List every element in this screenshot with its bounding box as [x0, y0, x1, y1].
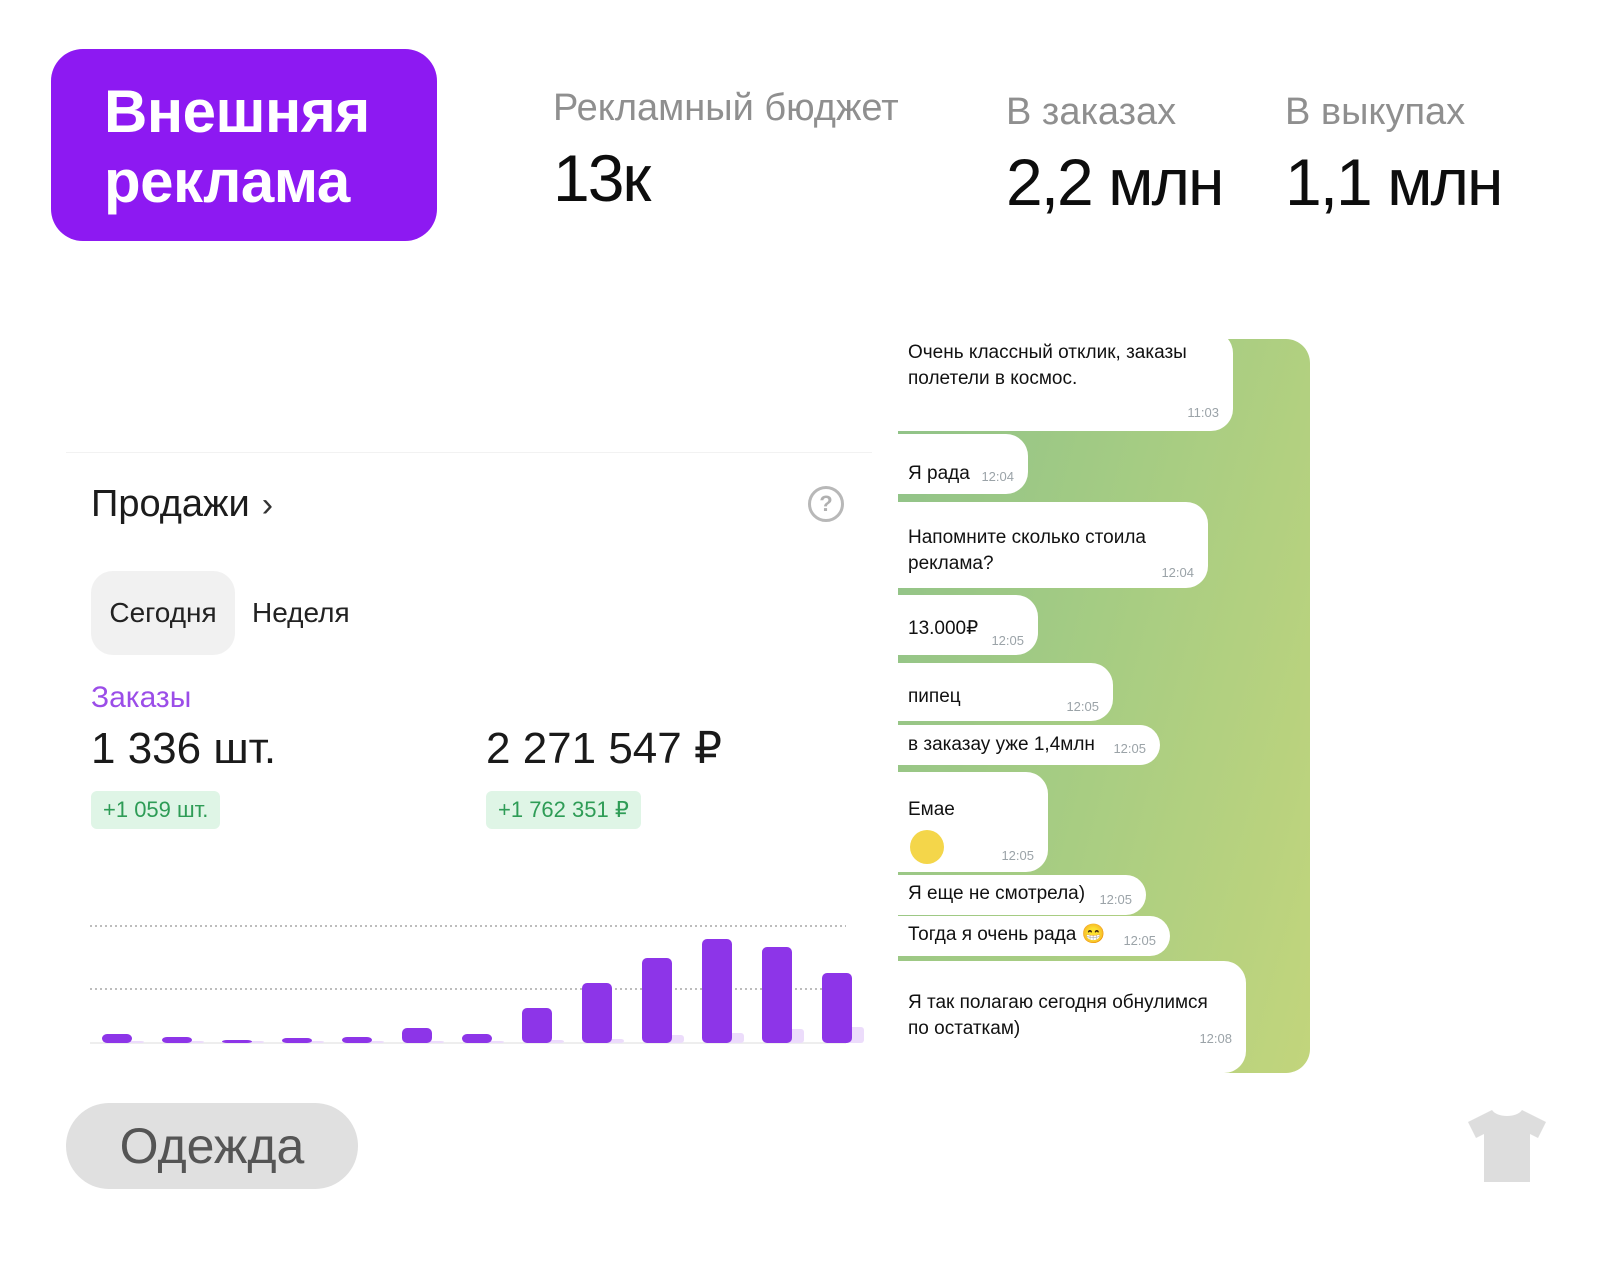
stat-buyouts: В выкупах 1,1 млн [1285, 90, 1503, 219]
stat-ad-budget: Рекламный бюджет 13к [553, 86, 899, 214]
message-time: 12:05 [1123, 933, 1156, 948]
badge-title-line-2: реклама [104, 148, 350, 215]
chart-bar [102, 1034, 132, 1043]
stat-label: В заказах [1006, 91, 1177, 133]
message-text: Я еще не смотрела) [908, 883, 1086, 904]
message-text: в заказау уже 1,4млн [908, 734, 1095, 755]
message-text: Тогда я очень рада 😁 [908, 924, 1106, 945]
chart-bar [162, 1037, 192, 1043]
chat-message: Очень классный отклик, заказы полетели в… [898, 339, 1233, 431]
chart-bar [462, 1034, 492, 1043]
question-circle-icon[interactable]: ? [808, 486, 844, 522]
message-text: Очень классный отклик, заказы [908, 342, 1187, 363]
message-time: 12:05 [1113, 741, 1146, 756]
category-tag: Одежда [66, 1103, 358, 1189]
message-time: 12:05 [1066, 699, 1099, 714]
orders-sum: 2 271 547 ₽ [486, 724, 722, 773]
message-text: по остаткам) [908, 1018, 1021, 1039]
orders-count-delta: +1 059 шт. [91, 791, 221, 829]
stat-value: 1,1 млн [1285, 145, 1503, 219]
tab-today[interactable]: Сегодня [91, 571, 235, 655]
chart-bar [702, 939, 732, 1043]
orders-count: 1 336 шт. [91, 724, 277, 773]
chat-message: 13.000₽ 12:05 [898, 595, 1038, 655]
chevron-right-icon: › [261, 486, 274, 524]
message-time: 12:05 [1099, 892, 1132, 907]
chat-message: Я еще не смотрела) 12:05 [898, 875, 1146, 915]
sales-title[interactable]: Продажи › [91, 479, 273, 530]
sales-title-text: Продажи [91, 483, 250, 525]
stat-orders: В заказах 2,2 млн [1006, 90, 1224, 219]
chart-bar [642, 958, 672, 1043]
chat-message: Емае 12:05 [898, 772, 1048, 872]
chart-bar [402, 1028, 432, 1043]
chat-message: Напомните сколько стоила реклама? 12:04 [898, 502, 1208, 588]
message-time: 12:05 [1001, 848, 1034, 863]
orders-label: Заказы [91, 681, 192, 714]
message-text: Я так полагаю сегодня обнулимся [908, 992, 1208, 1013]
chart-bar [522, 1008, 552, 1043]
chat-message: в заказау уже 1,4млн 12:05 [898, 725, 1160, 765]
orders-bar-chart [90, 925, 864, 1044]
message-time: 12:04 [1161, 565, 1194, 580]
chart-bar [222, 1040, 252, 1043]
t-shirt-icon [1468, 1110, 1546, 1182]
message-text: Я рада [908, 463, 970, 484]
chart-bar [822, 973, 852, 1043]
page: Внешняя реклама Рекламный бюджет 13к В з… [0, 0, 1622, 1265]
message-text: 13.000₽ [908, 618, 979, 639]
chat-card: Очень классный отклик, заказы полетели в… [898, 339, 1310, 1073]
chart-bar [282, 1038, 312, 1043]
grinning-emoji-icon [910, 830, 944, 864]
sales-card: Продажи › ? Сегодня Неделя Заказы 1 336 ш… [66, 452, 872, 1066]
message-time: 11:03 [1187, 405, 1219, 420]
message-text: Емае [908, 799, 955, 820]
stat-value: 2,2 млн [1006, 145, 1224, 219]
orders-sum-delta: +1 762 351 ₽ [486, 791, 641, 829]
chart-bar [582, 983, 612, 1043]
chat-message: пипец 12:05 [898, 663, 1113, 721]
chat-message: Я так полагаю сегодня обнулимся по остат… [898, 961, 1246, 1073]
message-time: 12:05 [991, 633, 1024, 648]
chart-bar [342, 1037, 372, 1043]
stat-value: 13к [553, 141, 651, 215]
message-time: 12:08 [1199, 1031, 1232, 1046]
message-text: Напомните сколько стоила [908, 527, 1147, 548]
chart-bar [762, 947, 792, 1043]
message-text: пипец [908, 686, 961, 707]
message-text: реклама? [908, 553, 994, 574]
badge-title-line-1: Внешняя [104, 78, 370, 145]
chat-message: Тогда я очень рада 😁 12:05 [898, 916, 1170, 956]
message-text: полетели в космос. [908, 368, 1078, 389]
chat-message: Я рада 12:04 [898, 434, 1028, 494]
stat-label: В выкупах [1285, 91, 1466, 133]
title-badge: Внешняя реклама [51, 49, 437, 241]
message-time: 12:04 [981, 469, 1014, 484]
stat-label: Рекламный бюджет [553, 87, 899, 129]
tab-week[interactable]: Неделя [252, 571, 350, 655]
